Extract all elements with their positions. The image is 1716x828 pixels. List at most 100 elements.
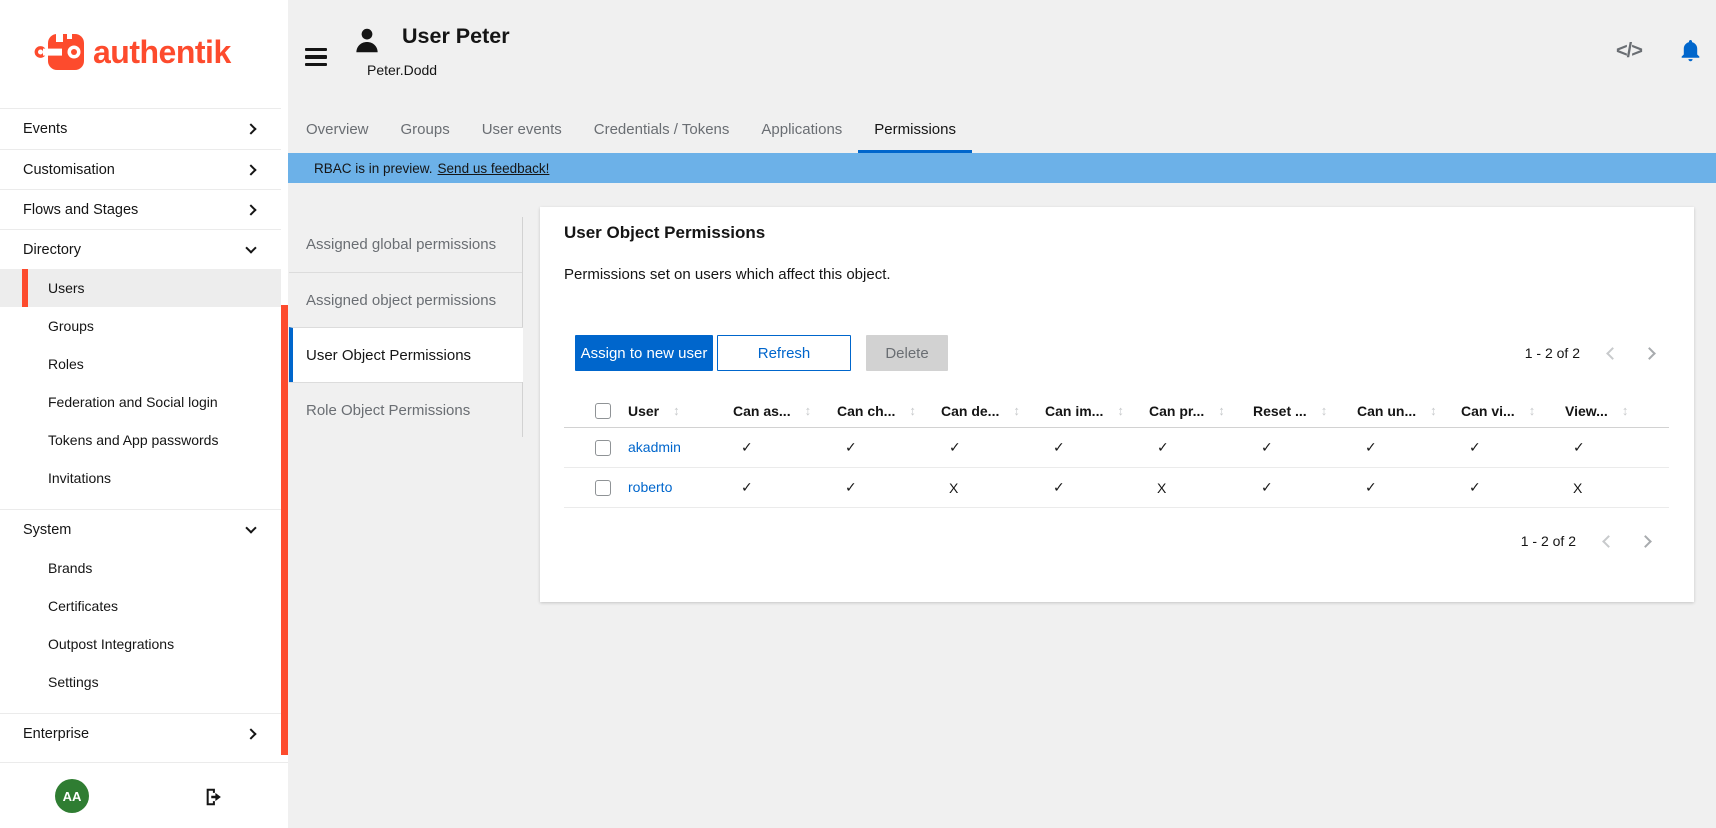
permission-granted-mark: ✓ bbox=[1253, 439, 1357, 456]
user-link-roberto[interactable]: roberto bbox=[628, 479, 672, 495]
side-tab-assigned-object-permissions[interactable]: Assigned object permissions bbox=[289, 272, 522, 327]
row-checkbox-akadmin[interactable] bbox=[595, 440, 611, 456]
column-header-can-de[interactable]: Can de...↕ bbox=[941, 403, 1045, 419]
sidebar-item-enterprise[interactable]: Enterprise bbox=[0, 713, 281, 753]
permission-denied-mark: X bbox=[1149, 480, 1253, 496]
sidebar-item-events[interactable]: Events bbox=[0, 109, 281, 149]
pagination-prev-button[interactable] bbox=[1606, 347, 1619, 360]
banner-text: RBAC is in preview. bbox=[314, 161, 433, 176]
column-header-can-un[interactable]: Can un... ↕ bbox=[1357, 403, 1461, 419]
avatar[interactable]: AA bbox=[55, 779, 89, 813]
sidebar-item-users[interactable]: Users bbox=[0, 269, 281, 307]
checkbox-cell bbox=[564, 403, 628, 419]
column-header-can-as[interactable]: Can as...↕ bbox=[733, 403, 837, 419]
sort-icon[interactable]: ↕ bbox=[673, 403, 680, 418]
sidebar-item-roles[interactable]: Roles bbox=[0, 345, 281, 383]
tab-credentials-tokens[interactable]: Credentials / Tokens bbox=[578, 105, 746, 153]
sidebar-item-label: Enterprise bbox=[23, 726, 89, 742]
tab-permissions[interactable]: Permissions bbox=[858, 105, 972, 153]
select-all-checkbox[interactable] bbox=[595, 403, 611, 419]
user-cell: roberto bbox=[628, 479, 733, 497]
delete-button[interactable]: Delete bbox=[866, 335, 948, 371]
sort-icon[interactable]: ↕ bbox=[1013, 403, 1020, 418]
column-header-reset[interactable]: Reset ...↕ bbox=[1253, 403, 1357, 419]
sort-icon[interactable]: ↕ bbox=[909, 403, 916, 418]
checkbox-cell bbox=[564, 480, 628, 496]
permission-granted-mark: ✓ bbox=[941, 439, 1045, 456]
permission-granted-mark: ✓ bbox=[1045, 439, 1149, 456]
tab-groups[interactable]: Groups bbox=[385, 105, 466, 153]
sidebar-item-federation-and-social-login[interactable]: Federation and Social login bbox=[0, 383, 281, 421]
sort-icon[interactable]: ↕ bbox=[1430, 403, 1437, 418]
sidebar-item-settings[interactable]: Settings bbox=[0, 663, 281, 701]
sidebar-item-groups[interactable]: Groups bbox=[0, 307, 281, 345]
page-subtitle: Peter.Dodd bbox=[367, 62, 437, 78]
feedback-link[interactable]: Send us feedback! bbox=[438, 161, 550, 176]
column-header-view[interactable]: View...↕ bbox=[1565, 403, 1669, 419]
sidebar-item-tokens-and-app-passwords[interactable]: Tokens and App passwords bbox=[0, 421, 281, 459]
sidebar-item-certificates[interactable]: Certificates bbox=[0, 587, 281, 625]
tab-overview[interactable]: Overview bbox=[290, 105, 385, 153]
column-header-can-vi[interactable]: Can vi...↕ bbox=[1461, 403, 1565, 419]
column-label: Can un... bbox=[1357, 403, 1416, 419]
column-header-can-im[interactable]: Can im...↕ bbox=[1045, 403, 1149, 419]
sort-icon[interactable]: ↕ bbox=[1321, 403, 1328, 418]
assign-to-new-user-button[interactable]: Assign to new user bbox=[575, 335, 713, 371]
sidebar-item-outpost-integrations[interactable]: Outpost Integrations bbox=[0, 625, 281, 663]
page-title: User Peter bbox=[402, 24, 510, 49]
pagination-next-button[interactable] bbox=[1639, 535, 1652, 548]
sort-icon[interactable]: ↕ bbox=[1529, 403, 1536, 418]
sidebar-item-label: System bbox=[23, 522, 71, 538]
sidebar-item-label: Federation and Social login bbox=[48, 394, 218, 410]
refresh-button[interactable]: Refresh bbox=[717, 335, 851, 371]
topbar: User Peter Peter.Dodd </> OverviewGroups… bbox=[288, 0, 1716, 153]
row-checkbox-roberto[interactable] bbox=[595, 480, 611, 496]
tab-user-events[interactable]: User events bbox=[466, 105, 578, 153]
bell-icon[interactable] bbox=[1679, 38, 1702, 64]
sidebar-item-system[interactable]: System bbox=[0, 509, 281, 549]
column-label: Can ch... bbox=[837, 403, 895, 419]
sidebar-item-label: Flows and Stages bbox=[23, 202, 138, 218]
tab-applications[interactable]: Applications bbox=[745, 105, 858, 153]
side-tab-role-object-permissions[interactable]: Role Object Permissions bbox=[289, 382, 522, 437]
sidebar-item-label: Outpost Integrations bbox=[48, 636, 174, 652]
authentik-logo[interactable]: authentik bbox=[34, 28, 231, 76]
code-icon[interactable]: </> bbox=[1616, 40, 1642, 63]
sidebar-item-flows-and-stages[interactable]: Flows and Stages bbox=[0, 189, 281, 229]
pagination-next-button[interactable] bbox=[1643, 347, 1656, 360]
sort-icon[interactable]: ↕ bbox=[1117, 403, 1124, 418]
sort-icon[interactable]: ↕ bbox=[1218, 403, 1225, 418]
authentik-admin-screen: authentik Events Customisation Flows and S… bbox=[0, 0, 1716, 828]
toolbar: Assign to new user Refresh Delete 1 - 2 … bbox=[575, 335, 1654, 371]
sidebar-scrollbar-thumb[interactable] bbox=[281, 305, 288, 755]
chevron-right-icon bbox=[245, 164, 256, 175]
card-title: User Object Permissions bbox=[564, 223, 765, 243]
sidebar-item-brands[interactable]: Brands bbox=[0, 549, 281, 587]
sidebar-item-directory[interactable]: Directory bbox=[0, 229, 281, 269]
column-header-can-ch[interactable]: Can ch... ↕ bbox=[837, 403, 941, 419]
user-link-akadmin[interactable]: akadmin bbox=[628, 439, 681, 455]
sign-out-icon[interactable] bbox=[203, 786, 225, 808]
sort-icon[interactable]: ↕ bbox=[805, 403, 812, 418]
sidebar-item-invitations[interactable]: Invitations bbox=[0, 459, 281, 497]
permission-granted-mark: ✓ bbox=[1045, 479, 1149, 496]
column-header-can-pr[interactable]: Can pr... ↕ bbox=[1149, 403, 1253, 419]
hamburger-menu-icon[interactable] bbox=[305, 48, 327, 66]
table-header-row: User↕Can as...↕Can ch...↕Can de...↕Can i… bbox=[564, 394, 1669, 428]
side-tab-assigned-global-permissions[interactable]: Assigned global permissions bbox=[289, 217, 522, 272]
column-header-user[interactable]: User↕ bbox=[628, 403, 733, 419]
sidebar-item-customisation[interactable]: Customisation bbox=[0, 149, 281, 189]
permission-granted-mark: ✓ bbox=[1149, 439, 1253, 456]
sidebar-item-label: Tokens and App passwords bbox=[48, 432, 218, 448]
tab-bar: OverviewGroupsUser eventsCredentials / T… bbox=[290, 105, 972, 153]
sort-icon[interactable]: ↕ bbox=[1622, 403, 1629, 418]
pagination-bottom: 1 - 2 of 2 bbox=[1521, 533, 1650, 549]
pagination-prev-button[interactable] bbox=[1602, 535, 1615, 548]
sidebar-nav: Events Customisation Flows and Stages Direc… bbox=[0, 108, 281, 753]
side-tab-user-object-permissions[interactable]: User Object Permissions bbox=[289, 327, 523, 382]
sidebar-item-label: Roles bbox=[48, 356, 84, 372]
permission-granted-mark: ✓ bbox=[1253, 479, 1357, 496]
content-area: Assigned global permissionsAssigned obje… bbox=[288, 183, 1716, 828]
column-label: Can pr... bbox=[1149, 403, 1204, 419]
sidebar-item-label: Customisation bbox=[23, 162, 115, 178]
